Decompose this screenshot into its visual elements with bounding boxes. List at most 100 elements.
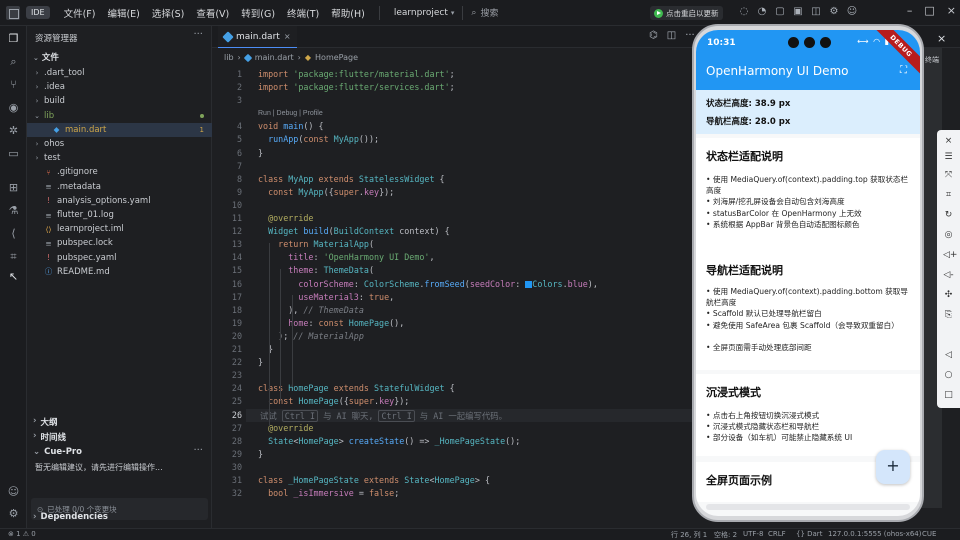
tree-item[interactable]: ≡ pubspec.lock	[27, 236, 212, 250]
menu-view[interactable]: 查看(V)	[190, 6, 235, 20]
explorer-icon[interactable]: ❐	[6, 31, 21, 46]
project-selector[interactable]: learnproject ▾	[394, 8, 455, 18]
maximize-icon[interactable]: □	[924, 4, 934, 17]
notification-icon[interactable]: ◌	[738, 5, 750, 19]
codelens-run-debug[interactable]: Run | Debug | Profile	[258, 110, 323, 117]
bullet-dot: •	[706, 208, 713, 218]
line-number: 28	[231, 435, 242, 446]
menu-edit[interactable]: 编辑(E)	[101, 6, 145, 20]
tab-main-dart[interactable]: main.dart ×	[218, 26, 297, 48]
menu-help[interactable]: 帮助(H)	[325, 6, 371, 20]
crop-icon[interactable]: ⌗	[943, 190, 954, 200]
settings-icon[interactable]: ⚙	[828, 5, 840, 19]
encoding[interactable]: UTF-8	[743, 530, 763, 538]
tree-item[interactable]: › build	[27, 94, 212, 108]
tree-item[interactable]: ⑂ .gitignore	[27, 165, 212, 179]
home-icon[interactable]: ○	[943, 370, 954, 380]
close-tab-icon[interactable]: ×	[284, 32, 291, 41]
device-selector[interactable]: 127.0.0.1:5555 (ohos-x64)	[828, 530, 921, 538]
cursor-position[interactable]: 行 26, 列 1	[671, 530, 707, 540]
rotate-icon[interactable]: ↻	[943, 210, 954, 220]
more-actions-icon[interactable]: ···	[193, 29, 203, 40]
fullscreen-toggle-icon[interactable]: ⛶	[900, 66, 910, 76]
cue-more-icon[interactable]: ···	[193, 445, 203, 456]
ai-spark-icon[interactable]: ⌬	[649, 30, 658, 41]
run-debug-icon[interactable]: ◉	[6, 100, 21, 115]
location-icon[interactable]: ◎	[943, 230, 954, 240]
tree-item[interactable]: › .idea	[27, 80, 212, 94]
inset-info-box: 状态栏高度: 38.9 px 导航栏高度: 28.0 px	[696, 90, 920, 134]
remote-icon[interactable]: ▭	[6, 146, 21, 161]
indent-setting[interactable]: 空格: 2	[714, 530, 737, 540]
close-emulator-icon[interactable]: ×	[937, 32, 946, 45]
close-icon[interactable]: ×	[947, 4, 956, 17]
extensions-icon[interactable]: ⊞	[6, 180, 21, 195]
search-placeholder: 搜索	[480, 9, 499, 19]
problems-indicator[interactable]: ⊗ 1 ⚠ 0	[8, 530, 36, 538]
breadcrumb-file[interactable]: main.dart	[255, 53, 294, 62]
tree-item[interactable]: ⟨⟩ learnproject.iml	[27, 222, 212, 236]
tree-item[interactable]: ! analysis_options.yaml	[27, 194, 212, 208]
timeline-panel-header[interactable]: › 时间线	[33, 431, 66, 443]
status-time: 10:31	[707, 38, 736, 48]
volume-up-icon[interactable]: ◁+	[943, 250, 957, 260]
menu-selection[interactable]: 选择(S)	[146, 6, 190, 20]
cue-pro-panel-header[interactable]: ⌄ Cue-Pro	[33, 447, 82, 457]
device-icon[interactable]: ⌗	[6, 249, 21, 264]
back-icon[interactable]: ◁	[943, 350, 954, 360]
files-section-header[interactable]: ⌄ 文件	[33, 51, 59, 63]
breadcrumb-class[interactable]: HomePage	[315, 53, 358, 62]
toolbar-icons: ◌ ◔ ▢ ▣ ◫ ⚙ ☺	[738, 5, 858, 19]
debug-icon[interactable]: ✲	[6, 123, 21, 138]
menu-terminal[interactable]: 终端(T)	[281, 6, 325, 20]
flutter-icon[interactable]: ⟨	[6, 226, 21, 241]
testing-icon[interactable]: ⚗	[6, 203, 21, 218]
volume-down-icon[interactable]: ◁-	[943, 270, 954, 280]
ide-badge[interactable]: IDE	[26, 6, 50, 19]
minimize-icon[interactable]: –	[907, 4, 913, 17]
manage-gear-icon[interactable]: ⚙	[6, 506, 21, 521]
chevron-right-icon: ›	[35, 154, 39, 163]
layout-sidebar-icon[interactable]: ▢	[774, 5, 786, 19]
chevron-down-icon: ▾	[450, 8, 455, 17]
layout-panel-icon[interactable]: ▣	[792, 5, 804, 19]
account-icon[interactable]: ◔	[756, 5, 768, 19]
gesture-bar[interactable]	[706, 504, 910, 510]
tree-item[interactable]: ◆ main.dart 1	[27, 122, 212, 137]
bullet-item: • 系统根据 AppBar 背景色自动适配图标颜色	[706, 219, 911, 230]
menu-icon[interactable]: ☰	[943, 152, 954, 162]
line-ending[interactable]: CRLF	[768, 530, 786, 538]
tree-item[interactable]: ≡ .metadata	[27, 180, 212, 194]
account-icon[interactable]: ☺	[6, 484, 21, 499]
restart-update-button[interactable]: 点击重启以更新	[650, 6, 723, 20]
camera-icon[interactable]: ⎘	[943, 310, 954, 320]
outline-panel-header[interactable]: › 大纲	[33, 416, 58, 428]
code-line: class _HomePageState extends State<HomeP…	[258, 475, 490, 485]
close-icon[interactable]: ×	[943, 136, 954, 146]
recent-apps-icon[interactable]: □	[943, 390, 954, 400]
tree-item[interactable]: ⓘ README.md	[27, 265, 212, 279]
menu-go[interactable]: 转到(G)	[235, 6, 281, 20]
dependencies-panel-header[interactable]: › Dependencies	[33, 512, 108, 522]
tree-item[interactable]: › .dart_tool	[27, 66, 212, 80]
editor-toolbar: ⌬ ◫ ···	[649, 30, 695, 41]
tree-item[interactable]: › test	[27, 151, 212, 165]
split-editor-icon[interactable]: ◫	[667, 30, 676, 41]
user-icon[interactable]: ☺	[846, 5, 858, 19]
pin-icon[interactable]: ⤧	[943, 170, 954, 180]
search-icon[interactable]: ⌕	[6, 54, 21, 69]
add-fab-button[interactable]: +	[876, 450, 910, 484]
tree-item[interactable]: ≡ flutter_01.log	[27, 208, 212, 222]
search-box[interactable]: ⌕ 搜索	[471, 6, 499, 20]
breadcrumb-lib[interactable]: lib	[224, 53, 234, 62]
tree-item[interactable]: ⌄ lib	[27, 109, 212, 123]
menu-file[interactable]: 文件(F)	[58, 6, 102, 20]
tree-item[interactable]: ! pubspec.yaml	[27, 251, 212, 265]
source-control-icon[interactable]: ⑂	[6, 77, 21, 92]
terminal-tab[interactable]: 终端	[925, 55, 939, 65]
language-mode[interactable]: {} Dart	[796, 530, 822, 538]
tree-item[interactable]: › ohos	[27, 137, 212, 151]
layout-split-icon[interactable]: ◫	[810, 5, 822, 19]
gamepad-icon[interactable]: ✣	[943, 290, 954, 300]
cue-status[interactable]: CUE	[922, 530, 936, 538]
